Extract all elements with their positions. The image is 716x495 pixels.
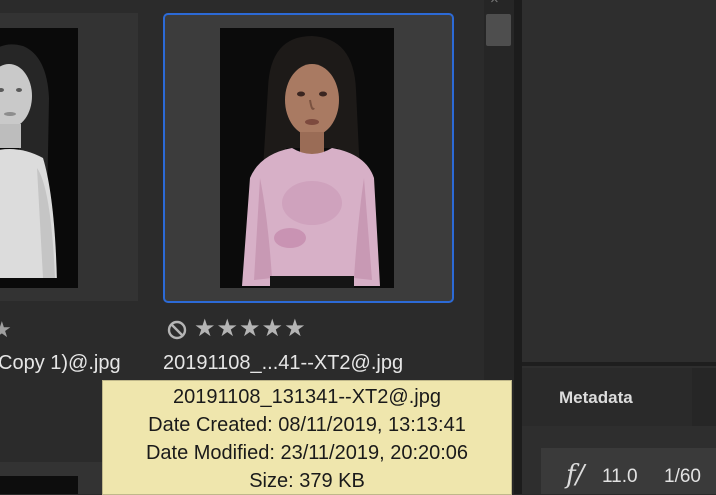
panel-divider[interactable] [514, 0, 522, 494]
thumbnail-filename-1: Copy 1)@.jpg [0, 352, 121, 374]
tooltip-filename: 20191108_131341--XT2@.jpg [173, 386, 441, 408]
aperture-value: 11.0 [602, 466, 638, 487]
file-info-tooltip: 20191108_131341--XT2@.jpg Date Created: … [103, 381, 511, 494]
scrollbar-thumb[interactable] [486, 14, 511, 46]
reject-circle-icon[interactable] [167, 320, 187, 340]
thumbnail-filename-2: 20191108_...41--XT2@.jpg [163, 352, 404, 374]
thumbnail-image-3[interactable] [0, 476, 78, 494]
shutter-speed-value: 1/60 [664, 466, 701, 487]
tooltip-size: Size: 379 KB [249, 470, 365, 492]
aperture-icon: f/ [566, 460, 585, 490]
thumbnail-image-2[interactable] [220, 28, 394, 288]
close-icon[interactable]: × [490, 0, 499, 8]
rating-stars-1[interactable]: ★ [0, 318, 12, 342]
rating-stars-2[interactable]: ★★★★★ [194, 316, 307, 342]
thumbnail-image-1[interactable] [0, 28, 78, 288]
tooltip-date-modified: Date Modified: 23/11/2019, 20:20:06 [145, 442, 469, 464]
panel-separator[interactable] [522, 362, 716, 366]
tab-metadata-label: Metadata [559, 388, 633, 407]
tab-next[interactable] [692, 368, 716, 426]
tab-metadata[interactable]: Metadata [522, 368, 693, 426]
tooltip-date-created: Date Created: 08/11/2019, 13:13:41 [148, 414, 466, 436]
